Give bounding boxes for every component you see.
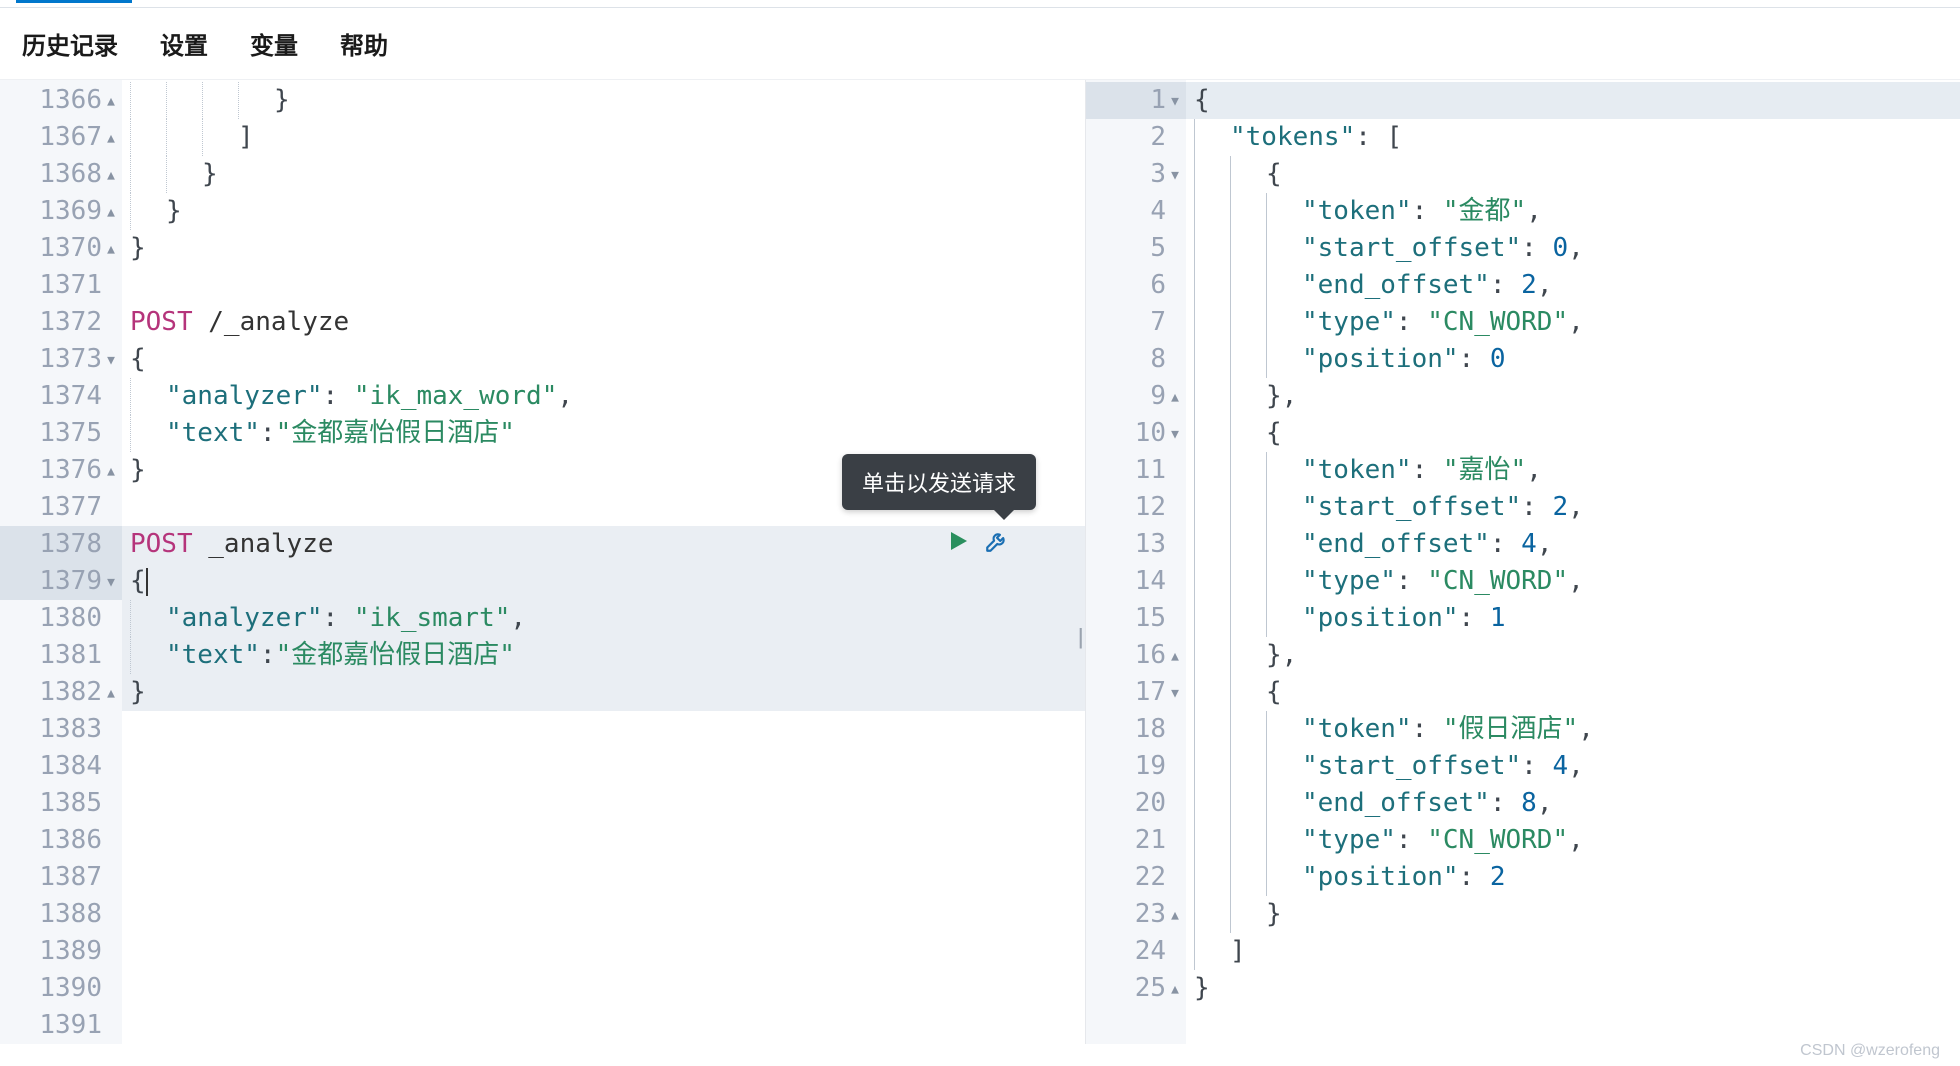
play-icon[interactable] [946,529,970,558]
left-gutter[interactable]: 1366136713681369137013711372137313741375… [0,80,122,1044]
response-viewer[interactable]: {"tokens": [{"token": "金都","start_offset… [1186,80,1960,1044]
menubar: 历史记录 设置 变量 帮助 [0,8,1960,80]
workspace: 1366136713681369137013711372137313741375… [0,80,1960,1044]
watermark: CSDN @wzerofeng [1800,1042,1940,1060]
top-tab-strip [0,0,1960,8]
menu-settings[interactable]: 设置 [160,26,208,61]
line-action-icons [946,528,1010,559]
menu-help[interactable]: 帮助 [340,26,388,61]
request-editor[interactable]: }]}}}POST /_analyze{"analyzer": "ik_max_… [122,80,1085,1044]
wrench-icon[interactable] [984,528,1010,559]
menu-variables[interactable]: 变量 [250,26,298,61]
send-request-tooltip: 单击以发送请求 [842,454,1036,510]
response-viewer-pane: 1234567891011121314151617181920212223242… [1086,80,1960,1044]
menu-history[interactable]: 历史记录 [22,26,118,61]
right-gutter[interactable]: 1234567891011121314151617181920212223242… [1086,80,1186,1044]
request-editor-pane: 1366136713681369137013711372137313741375… [0,80,1086,1044]
